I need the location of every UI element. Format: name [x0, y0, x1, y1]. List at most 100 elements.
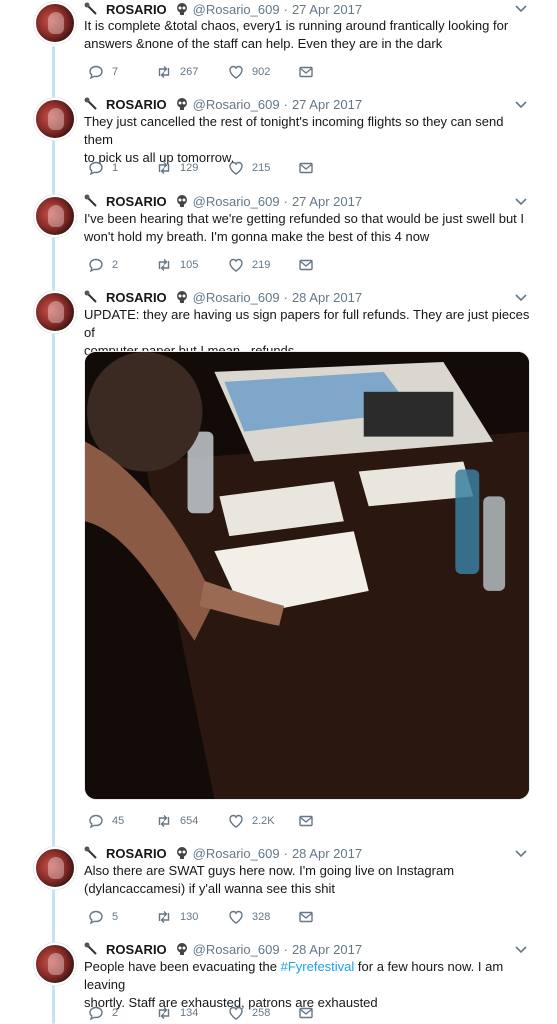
like-button[interactable]: 2.2K: [228, 812, 275, 830]
tweet-date[interactable]: 27 Apr 2017: [292, 194, 362, 209]
separator-dot: ·: [283, 193, 288, 209]
separator-dot: ·: [283, 1, 288, 17]
avatar[interactable]: [34, 291, 76, 333]
direct-message-button[interactable]: [298, 812, 314, 830]
tweet-date[interactable]: 28 Apr 2017: [292, 290, 362, 305]
reply-count: 45: [112, 815, 125, 827]
like-button[interactable]: 902: [228, 63, 270, 81]
tweet-actions: 2 134 258: [84, 1004, 524, 1022]
reply-count: 5: [112, 911, 119, 923]
tweet-date[interactable]: 27 Apr 2017: [292, 2, 362, 17]
direct-message-button[interactable]: [298, 256, 314, 274]
retweet-count: 130: [180, 911, 199, 923]
retweet-button[interactable]: 267: [156, 63, 198, 81]
tweet-text-line: People have been evacuating the #Fyrefes…: [84, 958, 534, 994]
user-handle[interactable]: @Rosario_609: [193, 290, 280, 305]
skull-icon: [176, 98, 187, 110]
like-count: 215: [252, 162, 271, 174]
tweet-photo[interactable]: [84, 351, 530, 800]
skull-icon: [176, 291, 187, 303]
chevron-down-icon[interactable]: [514, 945, 528, 955]
retweet-icon: [158, 911, 170, 923]
direct-message-button[interactable]: [298, 159, 314, 177]
retweet-button[interactable]: 134: [156, 1004, 198, 1022]
reply-count: 1: [112, 162, 119, 174]
user-handle[interactable]: @Rosario_609: [193, 942, 280, 957]
direct-message-icon: [299, 815, 313, 827]
reply-button[interactable]: 7: [88, 63, 118, 81]
display-name[interactable]: ROSARIO: [106, 846, 167, 861]
reply-icon: [89, 814, 103, 829]
retweet-icon: [158, 259, 170, 271]
avatar[interactable]: [34, 847, 76, 889]
avatar[interactable]: [34, 943, 76, 985]
skull-icon: [176, 847, 187, 859]
chevron-down-icon[interactable]: [514, 100, 528, 110]
reply-button[interactable]: 2: [88, 1004, 118, 1022]
tweet-date[interactable]: 27 Apr 2017: [292, 97, 362, 112]
tweet-date[interactable]: 28 Apr 2017: [292, 942, 362, 957]
tweet-text-line: Also there are SWAT guys here now. I'm g…: [84, 863, 455, 878]
tweet-text-line: I've been hearing that we're getting ref…: [84, 211, 525, 226]
reply-button[interactable]: 1: [88, 159, 118, 177]
retweet-count: 134: [180, 1007, 199, 1019]
tweet-thread: ROSARIO @Rosario_609 · 27 Apr 2017 It is…: [0, 0, 557, 1024]
heart-icon: [229, 1006, 243, 1020]
reply-button[interactable]: 2: [88, 256, 118, 274]
retweet-icon: [158, 815, 170, 827]
like-button[interactable]: 258: [228, 1004, 270, 1022]
like-button[interactable]: 219: [228, 256, 270, 274]
heart-icon: [229, 814, 243, 828]
tweet-text-line: won't hold my breath. I'm gonna make the…: [84, 229, 430, 244]
like-count: 219: [252, 259, 271, 271]
tweet-actions: 2 105 219: [84, 256, 524, 274]
heart-icon: [229, 161, 243, 175]
microphone-icon: [84, 194, 97, 207]
avatar[interactable]: [34, 195, 76, 237]
avatar[interactable]: [34, 2, 76, 44]
user-handle[interactable]: @Rosario_609: [193, 846, 280, 861]
separator-dot: ·: [283, 941, 288, 957]
reply-icon: [89, 65, 103, 80]
tweet-header: ROSARIO @Rosario_609 · 28 Apr 2017: [84, 288, 362, 306]
reply-count: 2: [112, 259, 119, 271]
avatar[interactable]: [34, 98, 76, 140]
display-name[interactable]: ROSARIO: [106, 942, 167, 957]
display-name[interactable]: ROSARIO: [106, 2, 167, 17]
reply-icon: [89, 258, 103, 273]
retweet-button[interactable]: 130: [156, 908, 198, 926]
hashtag-link[interactable]: #Fyrefestival: [281, 959, 355, 974]
direct-message-button[interactable]: [298, 1004, 314, 1022]
direct-message-icon: [299, 1007, 313, 1019]
retweet-icon: [158, 66, 170, 78]
like-button[interactable]: 215: [228, 159, 270, 177]
chevron-down-icon[interactable]: [514, 4, 528, 14]
tweet-text-line: (dylancaccamesi) if y'all wanna see this…: [84, 881, 336, 896]
tweet-date[interactable]: 28 Apr 2017: [292, 846, 362, 861]
chevron-down-icon[interactable]: [514, 293, 528, 303]
display-name[interactable]: ROSARIO: [106, 290, 167, 305]
user-handle[interactable]: @Rosario_609: [193, 194, 280, 209]
retweet-button[interactable]: 654: [156, 812, 198, 830]
reply-button[interactable]: 45: [88, 812, 124, 830]
reply-count: 7: [112, 66, 119, 78]
user-handle[interactable]: @Rosario_609: [193, 97, 280, 112]
display-name[interactable]: ROSARIO: [106, 97, 167, 112]
chevron-down-icon[interactable]: [514, 849, 528, 859]
user-handle[interactable]: @Rosario_609: [193, 2, 280, 17]
tweet-actions: 7 267 902: [84, 63, 524, 81]
tweet-actions: 1 129 215: [84, 159, 524, 177]
separator-dot: ·: [283, 289, 288, 305]
direct-message-icon: [299, 66, 313, 78]
direct-message-button[interactable]: [298, 63, 314, 81]
retweet-button[interactable]: 105: [156, 256, 198, 274]
chevron-down-icon[interactable]: [514, 197, 528, 207]
reply-button[interactable]: 5: [88, 908, 118, 926]
display-name[interactable]: ROSARIO: [106, 194, 167, 209]
reply-icon: [89, 910, 103, 925]
direct-message-button[interactable]: [298, 908, 314, 926]
retweet-button[interactable]: 129: [156, 159, 198, 177]
microphone-icon: [84, 290, 97, 303]
like-button[interactable]: 328: [228, 908, 270, 926]
direct-message-icon: [299, 162, 313, 174]
